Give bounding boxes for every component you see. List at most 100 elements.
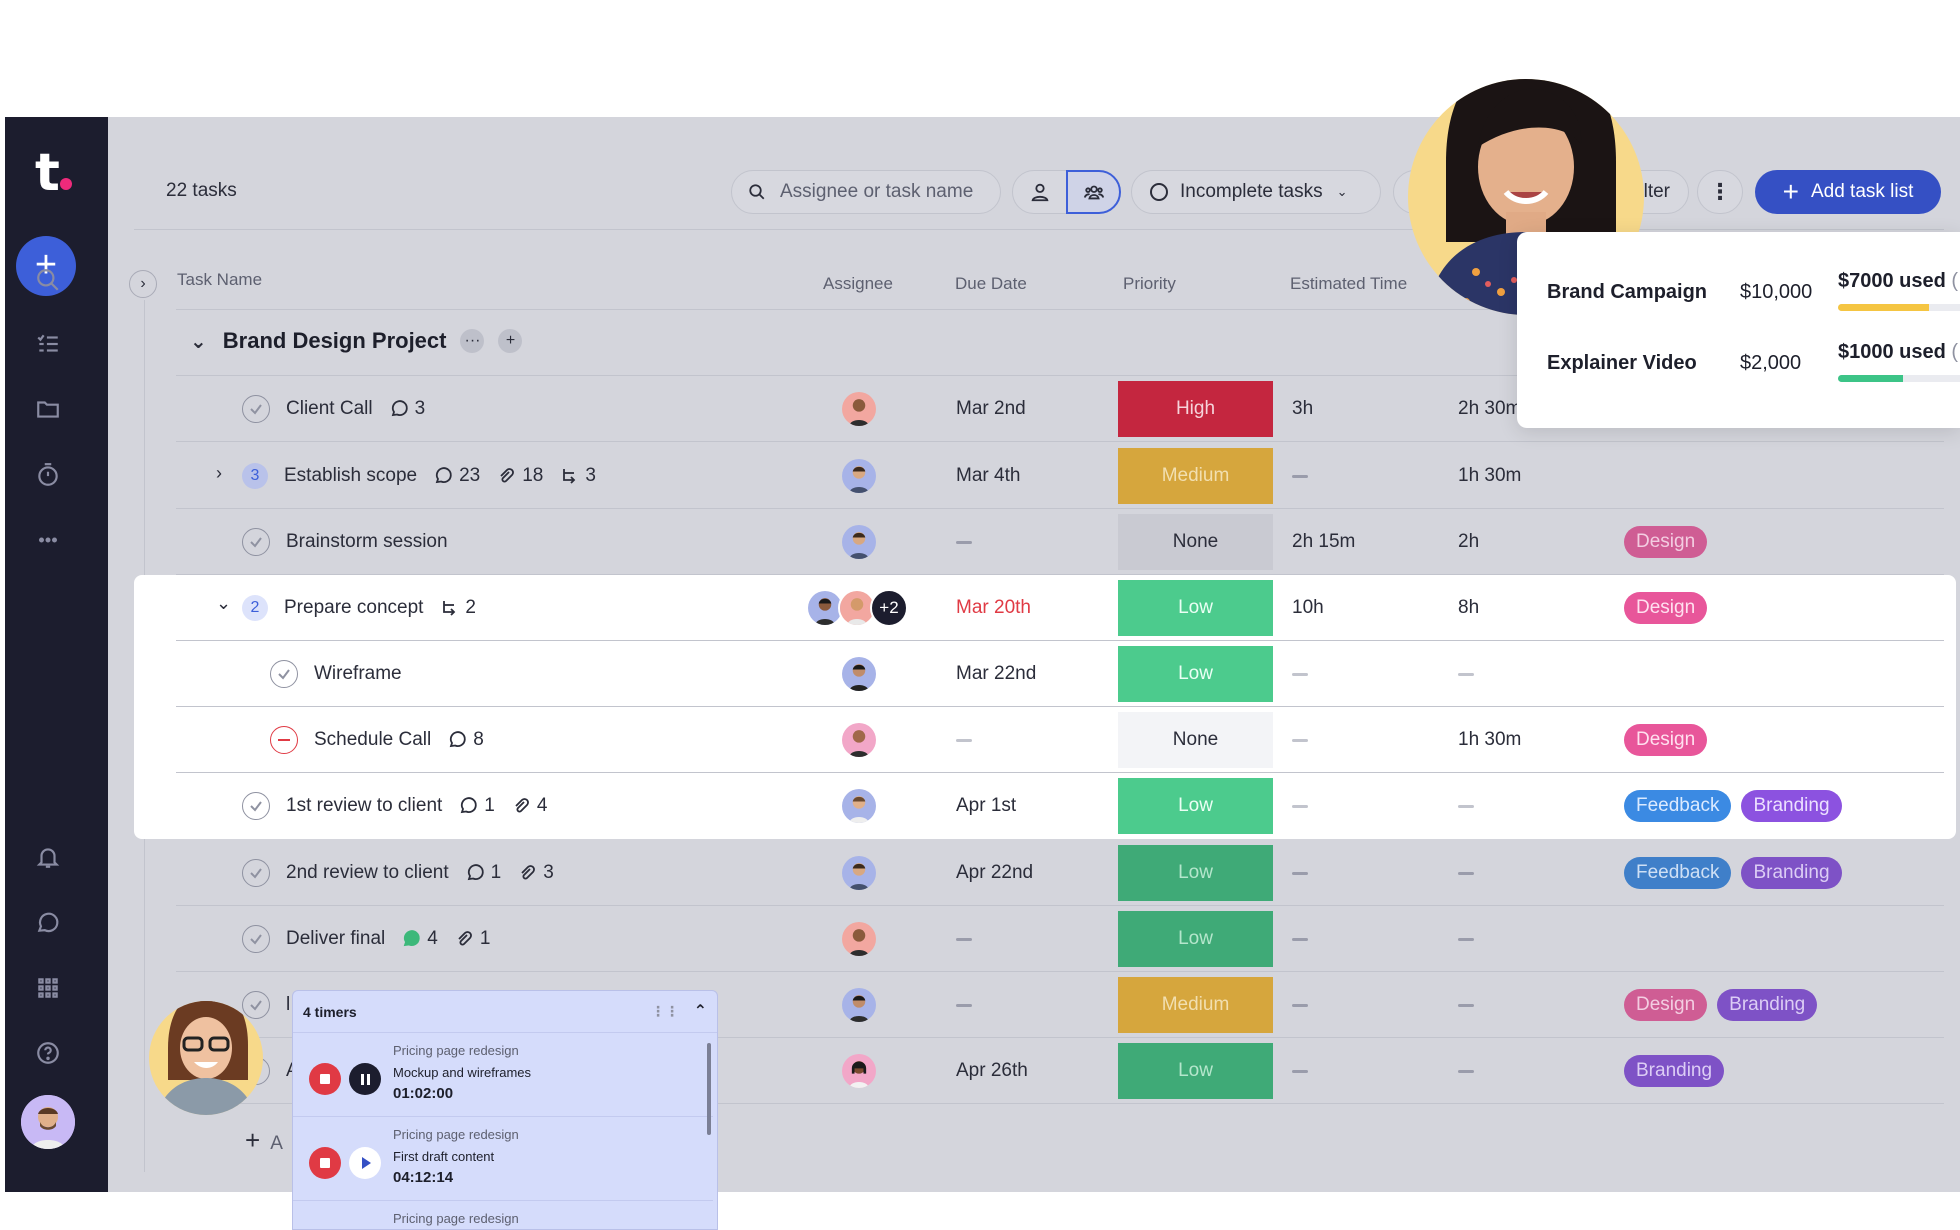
task-name[interactable]: Brainstorm session: [286, 531, 448, 553]
complete-checkbox[interactable]: [242, 925, 270, 953]
avatar[interactable]: [840, 986, 878, 1024]
chevron-right-icon[interactable]: ›: [216, 463, 222, 484]
add-task-button[interactable]: + A: [245, 1125, 283, 1156]
my-tasks-toggle[interactable]: [1012, 170, 1067, 214]
chevron-down-icon[interactable]: ⌄: [190, 329, 207, 354]
priority-badge[interactable]: Low: [1118, 1043, 1273, 1099]
blocked-status-icon[interactable]: [270, 726, 298, 754]
attachments-count[interactable]: 3: [517, 862, 554, 884]
tag-design[interactable]: Design: [1624, 592, 1708, 624]
priority-badge[interactable]: None: [1118, 712, 1273, 768]
tag-branding[interactable]: Branding: [1717, 989, 1818, 1021]
timer-icon[interactable]: [35, 462, 61, 488]
priority-badge[interactable]: Low: [1118, 646, 1273, 702]
column-estimated-time[interactable]: Estimated Time: [1290, 274, 1407, 294]
attachments-count[interactable]: 18: [496, 465, 543, 487]
tracked-time[interactable]: 1h 30m: [1458, 443, 1521, 509]
comments-count[interactable]: 4: [401, 928, 438, 950]
task-name[interactable]: Client Call: [286, 398, 373, 420]
avatar[interactable]: [840, 523, 878, 561]
attachments-count[interactable]: 4: [511, 795, 547, 817]
apps-grid-icon[interactable]: [35, 975, 61, 1001]
team-tasks-toggle[interactable]: [1066, 170, 1121, 214]
status-filter-select[interactable]: Incomplete tasks ⌄: [1131, 170, 1381, 214]
expand-all-button[interactable]: ›: [129, 270, 157, 298]
tag-branding[interactable]: Branding: [1741, 857, 1842, 889]
task-name[interactable]: Prepare concept: [284, 597, 423, 619]
column-priority[interactable]: Priority: [1123, 274, 1176, 294]
app-logo[interactable]: t: [35, 143, 72, 203]
due-date[interactable]: Mar 2nd: [956, 376, 1026, 442]
stop-timer-button[interactable]: [309, 1147, 341, 1179]
drag-handle-icon[interactable]: ⋮⋮: [651, 1003, 679, 1020]
avatar[interactable]: [840, 787, 878, 825]
task-name[interactable]: Schedule Call: [314, 729, 431, 751]
priority-badge[interactable]: Low: [1118, 911, 1273, 967]
table-row[interactable]: 1st review to client 1 4 Apr 1st Low Fee…: [176, 773, 1944, 839]
timer-item[interactable]: Pricing page redesign: [293, 1201, 713, 1229]
search-input[interactable]: Assignee or task name: [731, 170, 1001, 214]
estimated-time[interactable]: 3h: [1292, 376, 1313, 442]
column-assignee[interactable]: Assignee: [823, 274, 893, 294]
table-row[interactable]: Schedule Call 8 None 1h 30m Design: [176, 707, 1944, 773]
table-row[interactable]: Brainstorm session None 2h 15m 2h Design: [176, 509, 1944, 575]
avatar[interactable]: [840, 457, 878, 495]
group-more-icon[interactable]: ···: [460, 329, 485, 353]
complete-checkbox[interactable]: [242, 792, 270, 820]
comments-count[interactable]: 3: [389, 398, 425, 420]
timer-item[interactable]: Pricing page redesign Mockup and wirefra…: [293, 1033, 713, 1117]
timer-item[interactable]: Pricing page redesign First draft conten…: [293, 1117, 713, 1201]
complete-checkbox[interactable]: [270, 660, 298, 688]
chevron-down-icon[interactable]: ⌄: [216, 593, 231, 614]
priority-badge[interactable]: Low: [1118, 580, 1273, 636]
complete-checkbox[interactable]: [242, 528, 270, 556]
user-avatar[interactable]: [21, 1095, 75, 1149]
due-date[interactable]: Mar 22nd: [956, 641, 1036, 707]
due-date[interactable]: Mar 4th: [956, 443, 1020, 509]
tracked-time[interactable]: 2h 30m: [1458, 376, 1521, 442]
priority-badge[interactable]: Low: [1118, 845, 1273, 901]
tag-design[interactable]: Design: [1624, 526, 1708, 558]
avatar[interactable]: [840, 655, 878, 693]
table-row[interactable]: Deliver final 4 1 Low: [176, 906, 1944, 972]
group-add-icon[interactable]: +: [498, 329, 523, 353]
column-due-date[interactable]: Due Date: [955, 274, 1027, 294]
table-row[interactable]: › 3 Establish scope 23 18 3 Mar 4th Medi…: [176, 443, 1944, 509]
tracked-time[interactable]: 2h: [1458, 509, 1479, 575]
stop-timer-button[interactable]: [309, 1063, 341, 1095]
timers-scrollbar[interactable]: [707, 1043, 711, 1135]
task-name[interactable]: Establish scope: [284, 465, 417, 487]
due-date[interactable]: Apr 1st: [956, 773, 1016, 839]
avatar[interactable]: [840, 854, 878, 892]
more-icon[interactable]: [35, 527, 61, 553]
chat-icon[interactable]: [35, 909, 61, 935]
priority-badge[interactable]: High: [1118, 381, 1273, 437]
estimated-time[interactable]: 10h: [1292, 575, 1324, 641]
tracked-time[interactable]: 8h: [1458, 575, 1479, 641]
avatar[interactable]: [840, 721, 878, 759]
avatar[interactable]: [840, 390, 878, 428]
table-row[interactable]: 2nd review to client 1 3 Apr 22nd Low Fe…: [176, 840, 1944, 906]
comments-count[interactable]: 1: [465, 862, 501, 884]
attachments-count[interactable]: 1: [454, 928, 490, 950]
chevron-up-icon[interactable]: ⌃: [694, 1001, 707, 1021]
task-name[interactable]: Wireframe: [314, 663, 402, 685]
subtasks-count[interactable]: 2: [439, 597, 476, 619]
avatar[interactable]: [840, 1052, 878, 1090]
priority-badge[interactable]: Medium: [1118, 448, 1273, 504]
task-name[interactable]: 1st review to client: [286, 795, 442, 817]
priority-badge[interactable]: Low: [1118, 778, 1273, 834]
comments-count[interactable]: 23: [433, 465, 480, 487]
estimated-time[interactable]: 2h 15m: [1292, 509, 1355, 575]
column-task-name[interactable]: Task Name: [177, 270, 262, 290]
pause-timer-button[interactable]: [349, 1063, 381, 1095]
subtasks-count[interactable]: 3: [559, 465, 596, 487]
due-date[interactable]: Apr 26th: [956, 1038, 1028, 1104]
avatar[interactable]: [840, 920, 878, 958]
due-date-overdue[interactable]: Mar 20th: [956, 575, 1031, 641]
search-icon[interactable]: [35, 267, 61, 293]
folder-icon[interactable]: [35, 396, 61, 422]
due-date[interactable]: Apr 22nd: [956, 840, 1033, 906]
comments-count[interactable]: 1: [458, 795, 495, 817]
task-name[interactable]: l: [286, 994, 290, 1016]
